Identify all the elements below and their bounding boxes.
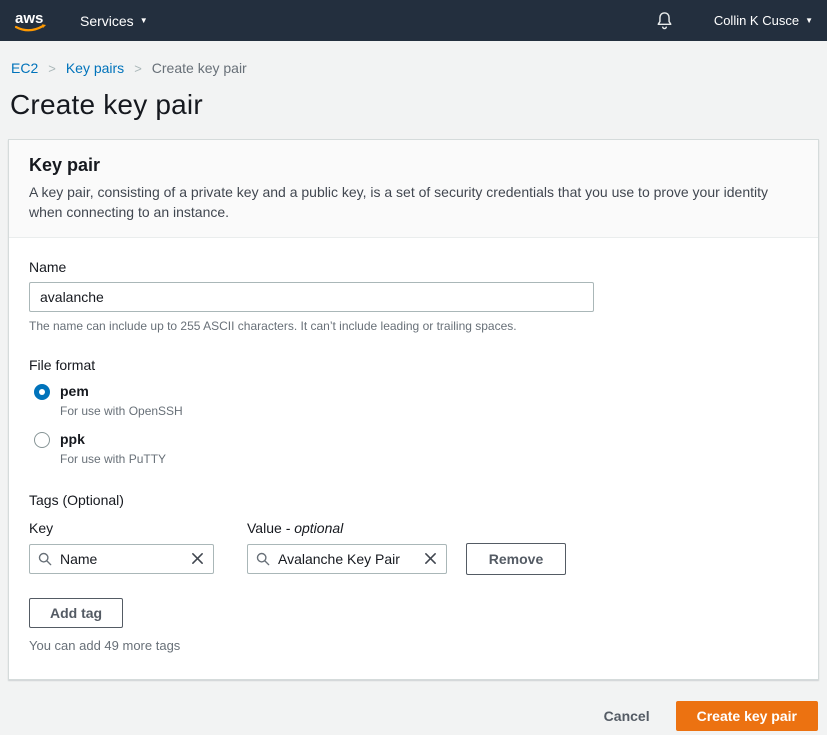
breadcrumb: EC2 > Key pairs > Create key pair [11, 60, 827, 76]
bell-icon [655, 11, 674, 30]
radio-selected-icon[interactable] [34, 384, 50, 400]
name-label: Name [29, 259, 798, 275]
radio-option-pem[interactable]: pem For use with OpenSSH [29, 383, 798, 418]
tag-key-input[interactable] [52, 551, 187, 567]
close-x-icon [191, 552, 204, 565]
top-navigation-bar: aws Services ▼ Collin K Cusce ▼ [0, 0, 827, 41]
card-title: Key pair [29, 155, 798, 176]
key-pair-card: Key pair A key pair, consisting of a pri… [8, 139, 819, 680]
card-header: Key pair A key pair, consisting of a pri… [9, 140, 818, 238]
caret-down-icon: ▼ [140, 17, 148, 25]
aws-logo-icon: aws [12, 8, 50, 34]
services-menu[interactable]: Services ▼ [80, 13, 148, 29]
pem-option-label: pem [60, 383, 89, 399]
file-format-label: File format [29, 357, 798, 373]
search-icon [38, 552, 52, 566]
breadcrumb-current: Create key pair [152, 60, 247, 76]
name-input[interactable] [29, 282, 594, 312]
tag-row: Remove [29, 543, 798, 575]
services-menu-label: Services [80, 13, 134, 29]
tag-value-input-wrap [247, 544, 447, 574]
footer-actions: Cancel Create key pair [0, 701, 818, 731]
pem-option-description: For use with OpenSSH [60, 404, 183, 418]
file-format-group: File format pem For use with OpenSSH ppk… [29, 357, 798, 466]
ppk-option-label: ppk [60, 431, 85, 447]
tags-remaining-helper: You can add 49 more tags [29, 638, 798, 653]
ppk-option-description: For use with PuTTY [60, 452, 166, 466]
user-name: Collin K Cusce [714, 13, 799, 28]
breadcrumb-link-ec2[interactable]: EC2 [11, 60, 38, 76]
radio-option-ppk[interactable]: ppk For use with PuTTY [29, 431, 798, 466]
chevron-right-icon: > [134, 61, 142, 76]
tag-value-label: Value - optional [247, 520, 447, 536]
name-helper-text: The name can include up to 255 ASCII cha… [29, 319, 798, 333]
tags-section: Tags (Optional) Key Value - optional [29, 492, 798, 653]
tags-section-label: Tags (Optional) [29, 492, 798, 508]
tag-value-input[interactable] [270, 551, 420, 567]
radio-unselected-icon[interactable] [34, 432, 50, 448]
clear-value-button[interactable] [420, 552, 446, 565]
caret-down-icon: ▼ [805, 17, 813, 25]
page-title: Create key pair [10, 89, 827, 121]
name-field-group: Name The name can include up to 255 ASCI… [29, 259, 798, 333]
cancel-button[interactable]: Cancel [604, 708, 650, 724]
tag-value-optional-suffix: - optional [286, 520, 344, 536]
card-body: Name The name can include up to 255 ASCI… [9, 238, 818, 679]
card-description: A key pair, consisting of a private key … [29, 182, 798, 223]
remove-tag-button[interactable]: Remove [466, 543, 566, 575]
tag-key-input-wrap [29, 544, 214, 574]
user-account-menu[interactable]: Collin K Cusce ▼ [714, 13, 813, 28]
close-x-icon [424, 552, 437, 565]
chevron-right-icon: > [48, 61, 56, 76]
clear-key-button[interactable] [187, 552, 213, 565]
add-tag-button[interactable]: Add tag [29, 598, 123, 628]
svg-text:aws: aws [15, 10, 43, 27]
search-icon [256, 552, 270, 566]
notifications-button[interactable] [655, 11, 674, 30]
create-key-pair-button[interactable]: Create key pair [676, 701, 818, 731]
tag-key-label: Key [29, 520, 247, 536]
aws-logo[interactable]: aws [12, 8, 50, 34]
breadcrumb-link-key-pairs[interactable]: Key pairs [66, 60, 124, 76]
tag-column-labels: Key Value - optional [29, 520, 798, 536]
